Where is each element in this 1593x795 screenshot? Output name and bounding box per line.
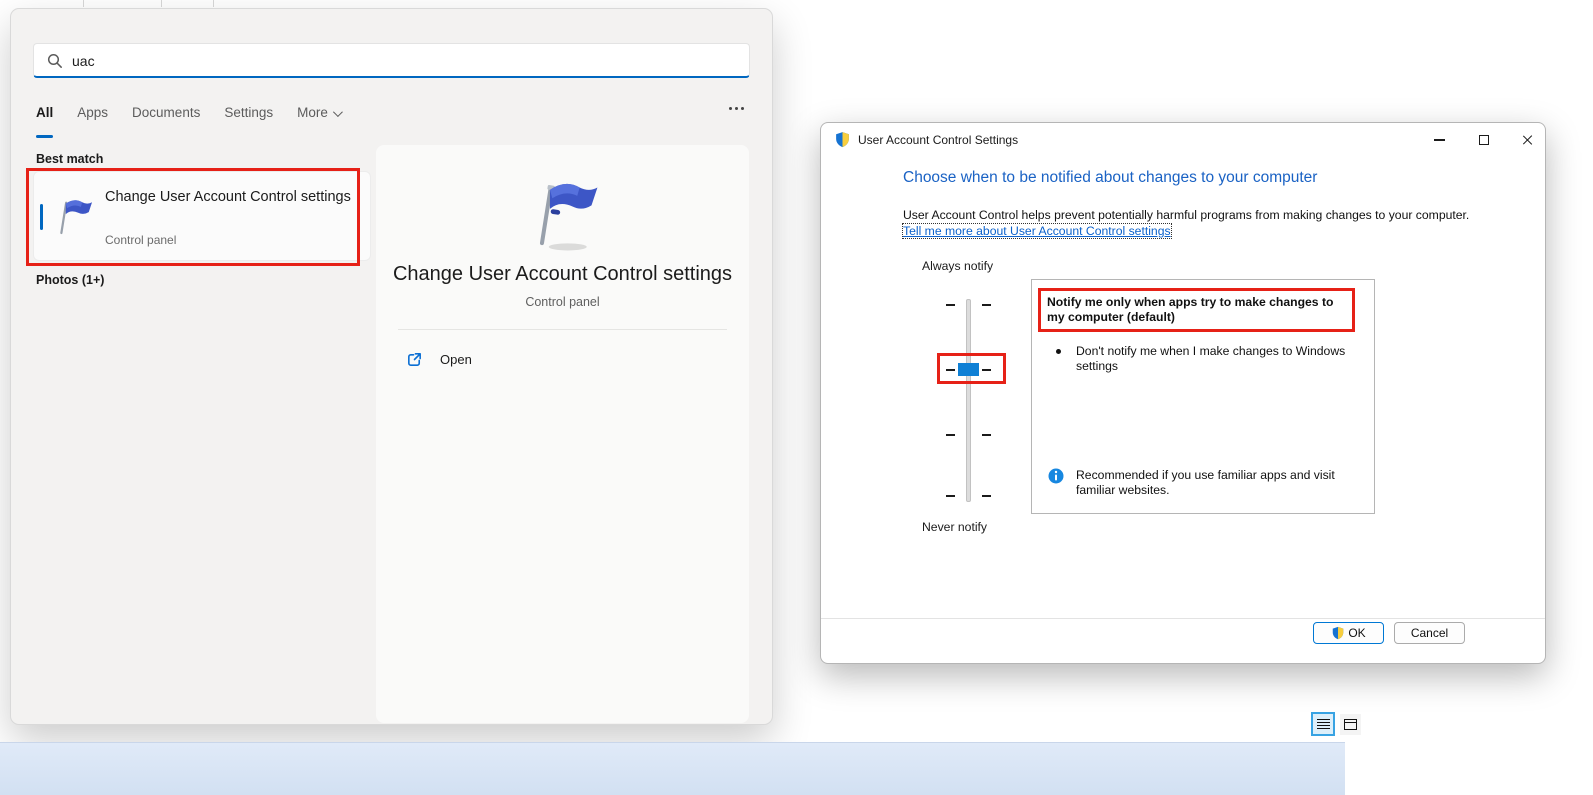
preview-title: Change User Account Control settings: [392, 263, 733, 285]
uac-heading: Choose when to be notified about changes…: [903, 169, 1318, 186]
uac-slider-track[interactable]: [966, 299, 971, 502]
footer-divider: [821, 618, 1545, 619]
cancel-button[interactable]: Cancel: [1394, 622, 1465, 644]
result-subtitle: Control panel: [105, 233, 177, 247]
tab-all[interactable]: All: [36, 105, 54, 138]
best-match-label: Best match: [36, 152, 104, 166]
tab-more[interactable]: More: [297, 105, 343, 131]
list-view-button[interactable]: [1311, 712, 1335, 736]
slider-tick: [946, 434, 955, 436]
background-tab-separator: [161, 0, 162, 7]
more-options-icon[interactable]: [729, 107, 744, 110]
card-view-icon: [1344, 719, 1357, 730]
slider-tick: [946, 304, 955, 306]
slider-tick: [946, 369, 955, 371]
ok-label: OK: [1348, 626, 1366, 640]
recommendation-row: Recommended if you use familiar apps and…: [1048, 468, 1348, 497]
card-view-button[interactable]: [1340, 714, 1361, 735]
close-icon: [1522, 134, 1534, 146]
tab-documents[interactable]: Documents: [132, 105, 200, 131]
recommendation-text: Recommended if you use familiar apps and…: [1076, 468, 1335, 497]
cancel-label: Cancel: [1410, 626, 1449, 640]
bullet-icon: [1056, 349, 1061, 354]
uac-shield-icon: [836, 132, 849, 148]
bullet-text: Don't notify me when I make changes to W…: [1076, 344, 1346, 373]
window-title: User Account Control Settings: [858, 133, 1019, 147]
uac-slider-thumb[interactable]: [958, 363, 979, 376]
ok-button[interactable]: OK: [1313, 622, 1384, 644]
close-button[interactable]: [1511, 129, 1545, 151]
slider-tick: [946, 495, 955, 497]
maximize-button[interactable]: [1467, 129, 1501, 151]
result-preview-panel: Change User Account Control settings Con…: [376, 145, 749, 723]
always-notify-label: Always notify: [922, 259, 994, 273]
title-bar[interactable]: User Account Control Settings: [821, 123, 1545, 157]
uac-flag-icon-large: [539, 183, 598, 251]
open-label: Open: [440, 352, 472, 367]
uac-shield-icon: [1333, 626, 1344, 640]
search-box[interactable]: [33, 43, 750, 78]
chevron-down-icon: [332, 107, 343, 118]
result-title: Change User Account Control settings: [105, 189, 351, 205]
background-tab-separator: [83, 0, 84, 7]
slider-tick: [982, 304, 991, 306]
slider-tick: [982, 495, 991, 497]
desktop: { "colors": { "accent": "#0067c0", "anno…: [0, 0, 1593, 795]
open-action[interactable]: Open: [406, 351, 472, 368]
background-tab-separator: [213, 0, 214, 7]
uac-settings-window: User Account Control Settings Choose whe…: [820, 122, 1546, 664]
preview-subtitle: Control panel: [525, 295, 600, 309]
tab-apps[interactable]: Apps: [77, 105, 108, 131]
minimize-button[interactable]: [1422, 129, 1456, 151]
search-filter-tabs: All Apps Documents Settings More: [36, 105, 343, 138]
search-icon: [47, 53, 62, 68]
slider-tick: [982, 434, 991, 436]
photos-section-label: Photos (1+): [36, 273, 105, 287]
notification-description-box: Notify me only when apps try to make cha…: [1031, 279, 1375, 514]
uac-description: User Account Control helps prevent poten…: [903, 208, 1470, 222]
search-result-uac[interactable]: Change User Account Control settings Con…: [33, 171, 371, 261]
divider: [398, 329, 727, 330]
list-view-icon: [1316, 718, 1330, 730]
notify-level-title: Notify me only when apps try to make cha…: [1047, 295, 1334, 324]
search-flyout: All Apps Documents Settings More Best ma…: [10, 8, 773, 725]
tab-settings[interactable]: Settings: [224, 105, 273, 131]
external-link-icon: [408, 353, 421, 366]
selection-indicator: [40, 204, 43, 230]
slider-tick: [982, 369, 991, 371]
minimize-icon: [1433, 139, 1445, 141]
taskbar: 1:40 AM 9/29/2022: [0, 742, 1345, 795]
uac-flag-icon: [60, 200, 93, 235]
info-icon: [1048, 468, 1064, 484]
maximize-icon: [1479, 135, 1489, 145]
tell-me-more-link[interactable]: Tell me more about User Account Control …: [902, 223, 1172, 239]
never-notify-label: Never notify: [922, 520, 988, 534]
search-input[interactable]: [72, 48, 722, 73]
